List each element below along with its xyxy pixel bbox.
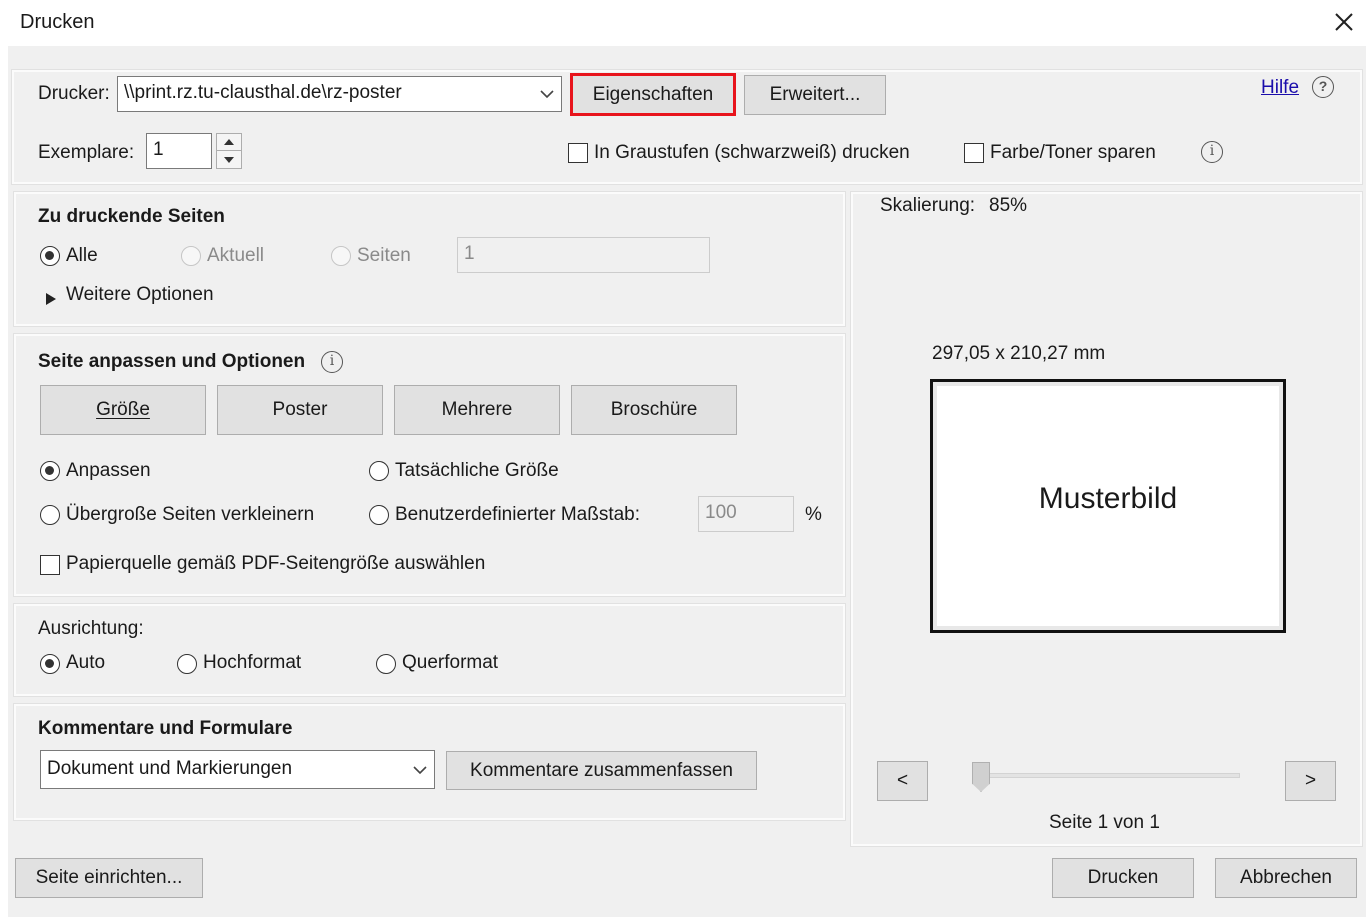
custom-scale-label: Benutzerdefinierter Maßstab:: [395, 504, 641, 525]
stepper-up-icon[interactable]: [217, 134, 241, 151]
orientation-title: Ausrichtung:: [38, 618, 144, 639]
page-dimensions: 297,05 x 210,27 mm: [932, 343, 1106, 364]
paper-source-label: Papierquelle gemäß PDF-Seitengröße auswä…: [66, 553, 486, 574]
comments-select[interactable]: Dokument und Markierungen: [40, 750, 435, 789]
scaling-label: Skalierung:: [880, 195, 976, 216]
copies-input[interactable]: 1: [146, 133, 212, 169]
properties-button-label: Eigenschaften: [592, 83, 714, 105]
actual-size-label: Tatsächliche Größe: [395, 460, 559, 481]
percent-label: %: [805, 504, 822, 525]
page-setup-button[interactable]: Seite einrichten...: [15, 858, 203, 898]
tab-size[interactable]: Größe: [40, 385, 206, 435]
copies-label: Exemplare:: [38, 142, 135, 163]
orientation-portrait-radio[interactable]: [177, 654, 197, 674]
cancel-button-label: Abbrechen: [1240, 867, 1332, 888]
tab-poster[interactable]: Poster: [217, 385, 383, 435]
orientation-auto-radio[interactable]: [40, 654, 60, 674]
page-indicator: Seite 1 von 1: [1049, 812, 1160, 833]
scaling-value: 85%: [989, 195, 1028, 216]
comments-chevron-down-icon[interactable]: [405, 752, 435, 787]
info-icon[interactable]: i: [1201, 141, 1223, 163]
tab-multiple-label: Mehrere: [441, 399, 513, 420]
close-icon[interactable]: [1330, 8, 1358, 36]
page-slider-track[interactable]: [974, 773, 1240, 778]
cancel-button[interactable]: Abbrechen: [1215, 858, 1357, 898]
pages-range-label: Seiten: [357, 245, 411, 266]
comments-select-value: Dokument und Markierungen: [47, 758, 293, 779]
properties-button[interactable]: Eigenschaften: [570, 73, 736, 116]
orientation-landscape-label: Querformat: [402, 652, 499, 673]
custom-scale-value: 100: [705, 502, 737, 523]
copies-input-value: 1: [153, 139, 164, 160]
actual-size-radio[interactable]: [369, 461, 389, 481]
tab-booklet-label: Broschüre: [610, 399, 698, 420]
tab-size-label: Größe: [96, 399, 150, 420]
save-ink-checkbox[interactable]: [964, 143, 984, 163]
prev-page-label: <: [896, 770, 909, 791]
help-icon[interactable]: ?: [1312, 76, 1334, 98]
shrink-label: Übergroße Seiten verkleinern: [66, 504, 315, 525]
summarize-comments-label: Kommentare zusammenfassen: [470, 759, 733, 781]
page-preview: Musterbild: [930, 379, 1286, 633]
orientation-auto-label: Auto: [66, 652, 106, 673]
help-link[interactable]: Hilfe: [1261, 77, 1299, 99]
copies-stepper[interactable]: [216, 133, 242, 169]
printer-select[interactable]: \\print.rz.tu-clausthal.de\rz-poster: [117, 76, 562, 112]
print-button-label: Drucken: [1087, 867, 1159, 888]
custom-scale-input[interactable]: 100: [698, 496, 794, 532]
tab-booklet[interactable]: Broschüre: [571, 385, 737, 435]
page-setup-label: Seite einrichten...: [35, 867, 183, 888]
advanced-button-label: Erweitert...: [769, 84, 861, 105]
fit-radio[interactable]: [40, 461, 60, 481]
sizing-section-title: Seite anpassen und Optionen: [38, 351, 306, 372]
summarize-comments-button[interactable]: Kommentare zusammenfassen: [446, 751, 757, 790]
prev-page-button[interactable]: <: [877, 761, 928, 801]
comments-section-title: Kommentare und Formulare: [38, 718, 293, 739]
preview-sample-text: Musterbild: [1038, 482, 1178, 515]
title-bar: Drucken: [0, 0, 1372, 46]
printer-label: Drucker:: [38, 83, 110, 104]
pages-all-radio[interactable]: [40, 246, 60, 266]
advanced-button[interactable]: Erweitert...: [744, 75, 886, 115]
grayscale-checkbox[interactable]: [568, 143, 588, 163]
orientation-landscape-radio[interactable]: [376, 654, 396, 674]
pages-range-radio[interactable]: [331, 246, 351, 266]
pages-section-title: Zu druckende Seiten: [38, 206, 225, 227]
tab-poster-label: Poster: [272, 399, 328, 420]
print-button[interactable]: Drucken: [1052, 858, 1194, 898]
custom-scale-radio[interactable]: [369, 505, 389, 525]
expand-triangle-icon[interactable]: [46, 289, 56, 311]
shrink-radio[interactable]: [40, 505, 60, 525]
stepper-down-icon[interactable]: [217, 151, 241, 168]
chevron-down-icon[interactable]: [532, 78, 562, 110]
tab-multiple[interactable]: Mehrere: [394, 385, 560, 435]
window-title: Drucken: [20, 11, 95, 33]
orientation-portrait-label: Hochformat: [203, 652, 302, 673]
next-page-button[interactable]: >: [1285, 761, 1336, 801]
paper-source-checkbox[interactable]: [40, 555, 60, 575]
printer-select-value: \\print.rz.tu-clausthal.de\rz-poster: [124, 82, 402, 103]
pages-current-label: Aktuell: [207, 245, 265, 266]
more-options-toggle[interactable]: Weitere Optionen: [66, 284, 214, 306]
sizing-info-icon[interactable]: i: [321, 351, 343, 373]
pages-range-value: 1: [464, 243, 475, 264]
fit-label: Anpassen: [66, 460, 151, 481]
pages-range-input[interactable]: 1: [457, 237, 710, 273]
pages-all-label: Alle: [66, 245, 98, 266]
grayscale-label: In Graustufen (schwarzweiß) drucken: [594, 142, 910, 163]
next-page-label: >: [1304, 770, 1317, 791]
save-ink-label: Farbe/Toner sparen: [990, 142, 1156, 163]
pages-current-radio[interactable]: [181, 246, 201, 266]
